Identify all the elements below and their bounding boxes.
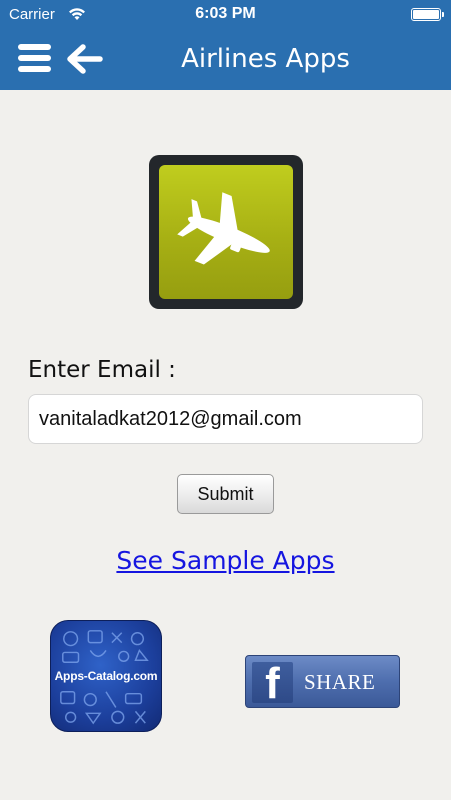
submit-button[interactable]: Submit [177, 474, 274, 514]
apps-catalog-button[interactable]: Apps-Catalog.com [50, 620, 162, 732]
facebook-f-letter: f [265, 659, 280, 708]
hamburger-menu-icon[interactable] [18, 44, 52, 74]
email-input[interactable] [28, 394, 423, 444]
page-title: Airlines Apps [181, 44, 350, 74]
nav-bar: Airlines Apps [0, 30, 451, 90]
clock: 6:03 PM [195, 5, 256, 22]
airline-app-logo [149, 155, 303, 309]
apps-catalog-label: Apps-Catalog.com [54, 669, 158, 683]
battery-full-icon [411, 8, 444, 21]
email-label: Enter Email : [28, 357, 176, 383]
facebook-share-button[interactable]: f SHARE [245, 655, 400, 708]
airplane-icon [177, 192, 270, 265]
status-bar: Carrier 6:03 PM [0, 0, 451, 30]
arrow-left-icon[interactable] [66, 44, 104, 74]
share-label: SHARE [304, 670, 376, 694]
see-sample-apps-link[interactable]: See Sample Apps [0, 546, 451, 575]
